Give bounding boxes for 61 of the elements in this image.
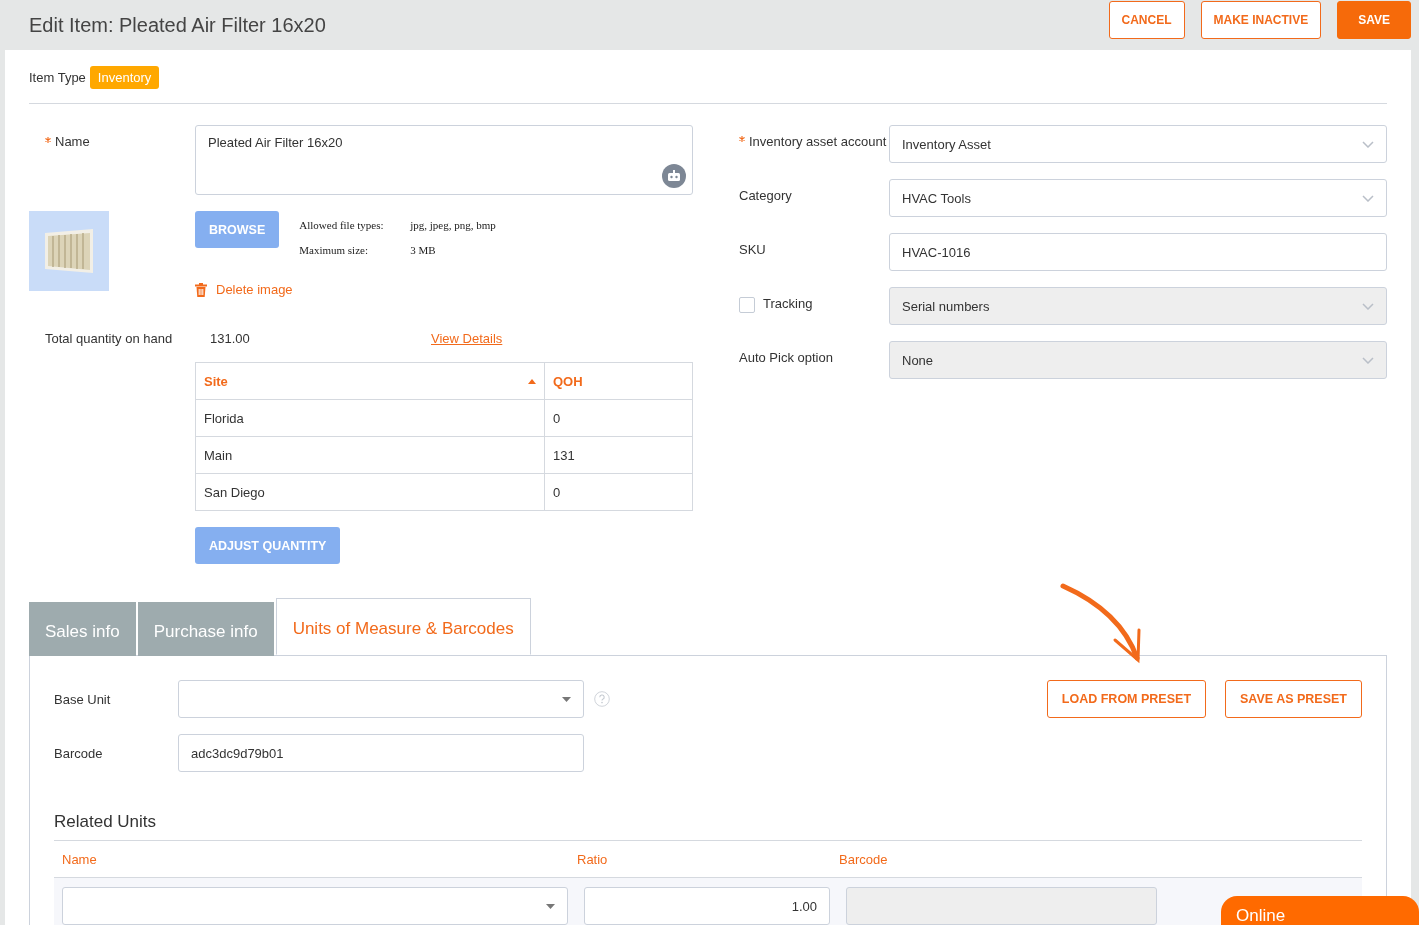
ratio-field[interactable]: 1.00 <box>584 887 830 925</box>
info-value: 3 MB <box>410 243 436 256</box>
tab[interactable]: Purchase info <box>137 602 274 656</box>
chevron-icon <box>1362 140 1374 148</box>
table-cell: Florida <box>195 399 545 437</box>
sort-icon[interactable] <box>528 378 536 384</box>
column-header[interactable]: Site <box>195 362 545 400</box>
table-cell: Main <box>195 436 545 474</box>
table-cell: 0 <box>544 399 693 437</box>
chevron-icon <box>1362 302 1374 310</box>
info-label: Maximum size: <box>299 243 369 256</box>
field-label: Barcode <box>54 745 104 761</box>
page-title: Edit Item: Pleated Air Filter 16x20 <box>29 13 326 37</box>
info-label: Allowed file types: <box>299 218 385 231</box>
chat-widget[interactable]: Online <box>1221 896 1419 925</box>
browse-button[interactable]: BROWSE <box>195 211 280 248</box>
quantity-value: 131.00 <box>210 331 251 346</box>
sku-field[interactable]: HVAC-1016 <box>889 233 1387 271</box>
delete-image-link[interactable]: Delete image <box>216 282 293 297</box>
quantity-label: Total quantity on hand <box>45 331 174 346</box>
base-unit-select[interactable] <box>178 680 584 718</box>
table-cell: 131 <box>544 436 693 474</box>
column-header: Barcode <box>839 851 888 867</box>
column-header[interactable]: QOH <box>544 362 693 400</box>
item-type-label: Item Type <box>29 69 86 85</box>
caret-icon <box>562 696 571 702</box>
chevron-icon <box>1362 356 1374 364</box>
chevron-icon <box>1362 194 1374 202</box>
tab[interactable]: Units of Measure & Barcodes <box>275 598 531 655</box>
field-label: Tracking <box>763 295 813 313</box>
save-button[interactable]: SAVE <box>1337 1 1411 39</box>
section-title: Related Units <box>54 812 1362 841</box>
caret-icon <box>546 903 555 909</box>
view-details-link[interactable]: View Details <box>431 331 503 346</box>
barcode-field[interactable] <box>846 887 1157 925</box>
item-type-tag: Inventory <box>89 65 160 89</box>
table-cell: San Diego <box>195 473 545 511</box>
robot-icon[interactable] <box>662 164 686 188</box>
help-icon[interactable] <box>594 691 610 707</box>
info-value: jpg, jpeg, png, bmp <box>410 218 496 231</box>
barcode-field[interactable]: adc3dc9d79b01 <box>178 734 584 772</box>
unit-name-select[interactable] <box>62 887 568 925</box>
table-cell: 0 <box>544 473 693 511</box>
header-button[interactable]: CANCEL <box>1108 1 1185 39</box>
select-field[interactable]: Inventory Asset <box>889 125 1387 163</box>
trash-icon[interactable] <box>195 282 207 297</box>
header-button[interactable]: MAKE INACTIVE <box>1200 1 1322 39</box>
field-label: Inventory asset account <box>749 133 887 151</box>
field-label: SKU <box>739 241 766 259</box>
field-label: Auto Pick option <box>739 349 833 367</box>
field-label: Category <box>739 187 792 205</box>
preset-button[interactable]: SAVE AS PRESET <box>1225 680 1362 718</box>
preset-button[interactable]: LOAD FROM PRESET <box>1046 680 1206 718</box>
column-header: Ratio <box>577 851 609 867</box>
field-label: Base Unit <box>54 691 112 707</box>
select-field[interactable]: HVAC Tools <box>889 179 1387 217</box>
adjust-quantity-button[interactable]: ADJUST QUANTITY <box>195 527 341 564</box>
name-field[interactable]: Pleated Air Filter 16x20 <box>195 125 693 195</box>
column-header: Name <box>62 851 98 867</box>
tab[interactable]: Sales info <box>29 602 136 656</box>
field-label: Name <box>55 134 90 149</box>
